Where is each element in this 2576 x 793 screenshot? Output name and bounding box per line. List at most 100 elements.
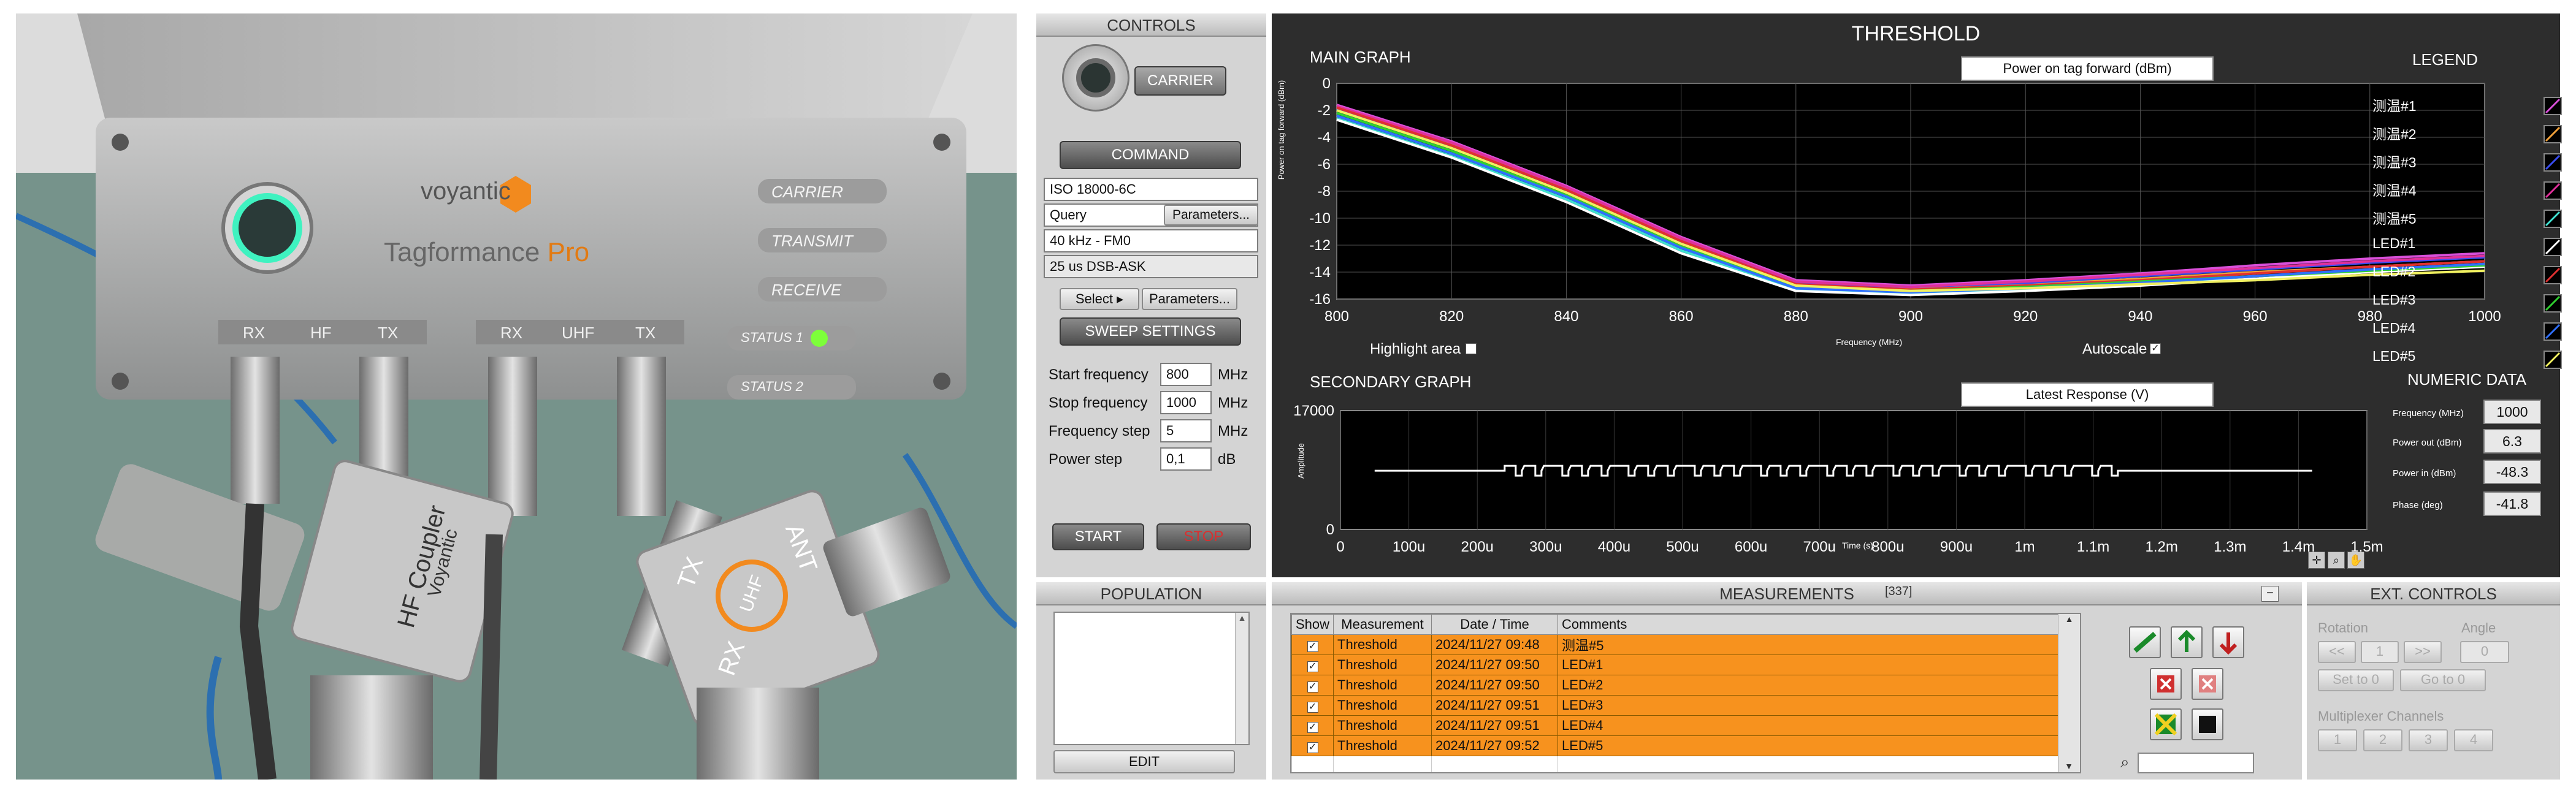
legend-swatch[interactable] [2544, 238, 2562, 256]
frequency-step-input[interactable]: 5 [1160, 419, 1212, 442]
legend-swatch[interactable] [2544, 294, 2562, 313]
comment-cell: LED#4 [1557, 715, 2077, 736]
show-checkbox-cell[interactable]: ✓ [1291, 655, 1334, 675]
show-checkbox-cell[interactable]: ✓ [1291, 715, 1334, 736]
show-checkbox[interactable]: ✓ [1307, 661, 1318, 672]
population-scrollbar[interactable]: ▲ [1235, 613, 1248, 744]
select-parameters-button[interactable]: Parameters... [1142, 288, 1237, 310]
datetime-cell: 2024/11/27 09:51 [1431, 695, 1559, 716]
show-checkbox[interactable]: ✓ [1307, 702, 1318, 713]
legend-swatch[interactable] [2544, 351, 2562, 369]
show-checkbox[interactable]: ✓ [1307, 742, 1318, 753]
col-header-datetime[interactable]: Date / Time [1431, 614, 1559, 635]
rotation-rewind-button[interactable]: << [2318, 641, 2356, 663]
legend-item[interactable]: LED#5 [2372, 348, 2556, 376]
legend-item[interactable]: LED#4 [2372, 320, 2556, 348]
delete-icon[interactable] [2150, 668, 2182, 700]
table-row[interactable]: ✓ Threshold 2024/11/27 09:50 LED#2 [1291, 675, 2077, 696]
channel-4-button[interactable]: 4 [2454, 729, 2493, 751]
legend-item-label: LED#4 [2372, 320, 2416, 336]
legend-swatch[interactable] [2544, 210, 2562, 228]
legend-item[interactable]: 测温#3 [2372, 151, 2556, 179]
show-checkbox-cell[interactable]: ✓ [1291, 695, 1334, 716]
edit-button[interactable]: EDIT [1053, 750, 1235, 773]
table-row[interactable]: ✓ Threshold 2024/11/27 09:51 LED#3 [1291, 695, 2077, 716]
select-button[interactable]: Select ▸ [1060, 288, 1139, 310]
population-list[interactable]: ▲ [1053, 612, 1250, 745]
carrier-power-icon[interactable] [1062, 44, 1129, 112]
scroll-up-icon[interactable]: ▲ [1236, 613, 1248, 623]
show-checkbox-cell[interactable]: ✓ [1291, 675, 1334, 696]
channel-2-button[interactable]: 2 [2363, 729, 2402, 751]
legend-swatch[interactable] [2544, 181, 2562, 200]
legend-swatch[interactable] [2544, 266, 2562, 284]
measurement-cell: Threshold [1333, 634, 1432, 655]
table-row[interactable]: ✓ Threshold 2024/11/27 09:52 LED#5 [1291, 735, 2077, 756]
show-checkbox-cell[interactable]: ✓ [1291, 735, 1334, 756]
rotation-value[interactable]: 1 [2361, 641, 2399, 663]
legend-swatch[interactable] [2544, 97, 2562, 115]
delete-all-icon[interactable] [2192, 668, 2223, 700]
measurements-scrollbar[interactable]: ▲ ▼ [2058, 614, 2080, 772]
col-header-measurement[interactable]: Measurement [1333, 614, 1432, 635]
legend-item[interactable]: 测温#4 [2372, 179, 2556, 207]
protocol-field[interactable]: ISO 18000-6C [1044, 178, 1258, 201]
highlight-area-checkbox[interactable] [1466, 343, 1477, 354]
autoscale-checkbox[interactable]: ✓ [2150, 343, 2161, 354]
numeric-label-frequency: Frequency (MHz) [2393, 408, 2464, 419]
stop-square-icon[interactable] [2192, 708, 2223, 740]
table-row[interactable]: ✓ Threshold 2024/11/27 09:51 LED#4 [1291, 715, 2077, 736]
legend-item-label: 测温#3 [2372, 154, 2417, 170]
secondary-x-axis-label: Time (s) [1842, 541, 1873, 550]
table-row-empty[interactable] [1291, 756, 2077, 772]
export-icon[interactable] [2129, 626, 2161, 658]
show-checkbox[interactable]: ✓ [1307, 722, 1318, 733]
link-setting-field[interactable]: 40 kHz - FM0 [1044, 229, 1258, 252]
scroll-up-icon[interactable]: ▲ [2058, 614, 2080, 624]
legend-swatch[interactable] [2544, 322, 2562, 341]
carrier-button[interactable]: CARRIER [1134, 66, 1226, 96]
stop-frequency-input[interactable]: 1000 [1160, 391, 1212, 414]
graph-zoom-tool-icon[interactable]: ⌕ [2328, 552, 2345, 569]
channel-1-button[interactable]: 1 [2318, 729, 2357, 751]
legend-swatch[interactable] [2544, 125, 2562, 143]
secondary-graph-selector[interactable]: Latest Response (V) [1961, 382, 2214, 407]
upload-icon[interactable] [2171, 626, 2203, 658]
stop-button[interactable]: STOP [1156, 523, 1251, 550]
stop-frequency-label: Stop frequency [1049, 395, 1148, 411]
scroll-down-icon[interactable]: ▼ [2058, 761, 2079, 771]
legend-item[interactable]: LED#1 [2372, 235, 2556, 264]
search-input[interactable] [2138, 753, 2254, 773]
collapse-icon[interactable]: − [2261, 586, 2279, 602]
start-frequency-input[interactable]: 800 [1160, 363, 1212, 386]
legend-swatch[interactable] [2544, 153, 2562, 172]
legend-item[interactable]: 测温#5 [2372, 207, 2556, 235]
color-settings-icon[interactable] [2150, 708, 2182, 740]
table-row[interactable]: ✓ Threshold 2024/11/27 09:50 LED#1 [1291, 655, 2077, 675]
show-checkbox[interactable]: ✓ [1307, 641, 1318, 652]
panel-label-status-2: STATUS 2 [741, 379, 803, 394]
channel-3-button[interactable]: 3 [2409, 729, 2448, 751]
col-header-show[interactable]: Show [1291, 614, 1334, 635]
table-row[interactable]: ✓ Threshold 2024/11/27 09:48 测温#5 [1291, 634, 2077, 655]
main-x-tick: 900 [1898, 308, 1923, 325]
command-parameters-button[interactable]: Parameters... [1164, 205, 1258, 226]
legend-item[interactable]: 测温#2 [2372, 123, 2556, 151]
legend-item[interactable]: LED#3 [2372, 292, 2556, 320]
numeric-value-frequency: 1000 [2483, 400, 2541, 424]
go-to-0-button[interactable]: Go to 0 [2400, 669, 2486, 691]
angle-value[interactable]: 0 [2460, 641, 2509, 663]
download-icon[interactable] [2212, 626, 2244, 658]
power-step-input[interactable]: 0,1 [1160, 447, 1212, 471]
show-checkbox[interactable]: ✓ [1307, 681, 1318, 692]
col-header-comments[interactable]: Comments [1557, 614, 2077, 635]
set-to-0-button[interactable]: Set to 0 [2318, 669, 2394, 691]
rotation-forward-button[interactable]: >> [2404, 641, 2442, 663]
graph-pan-tool-icon[interactable]: ✋ [2347, 552, 2364, 569]
graph-cursor-tool-icon[interactable]: ✛ [2308, 552, 2325, 569]
main-x-tick: 920 [2013, 308, 2038, 325]
legend-item[interactable]: LED#2 [2372, 264, 2556, 292]
legend-item[interactable]: 测温#1 [2372, 94, 2556, 123]
start-button[interactable]: START [1052, 523, 1144, 550]
show-checkbox-cell[interactable]: ✓ [1291, 634, 1334, 655]
